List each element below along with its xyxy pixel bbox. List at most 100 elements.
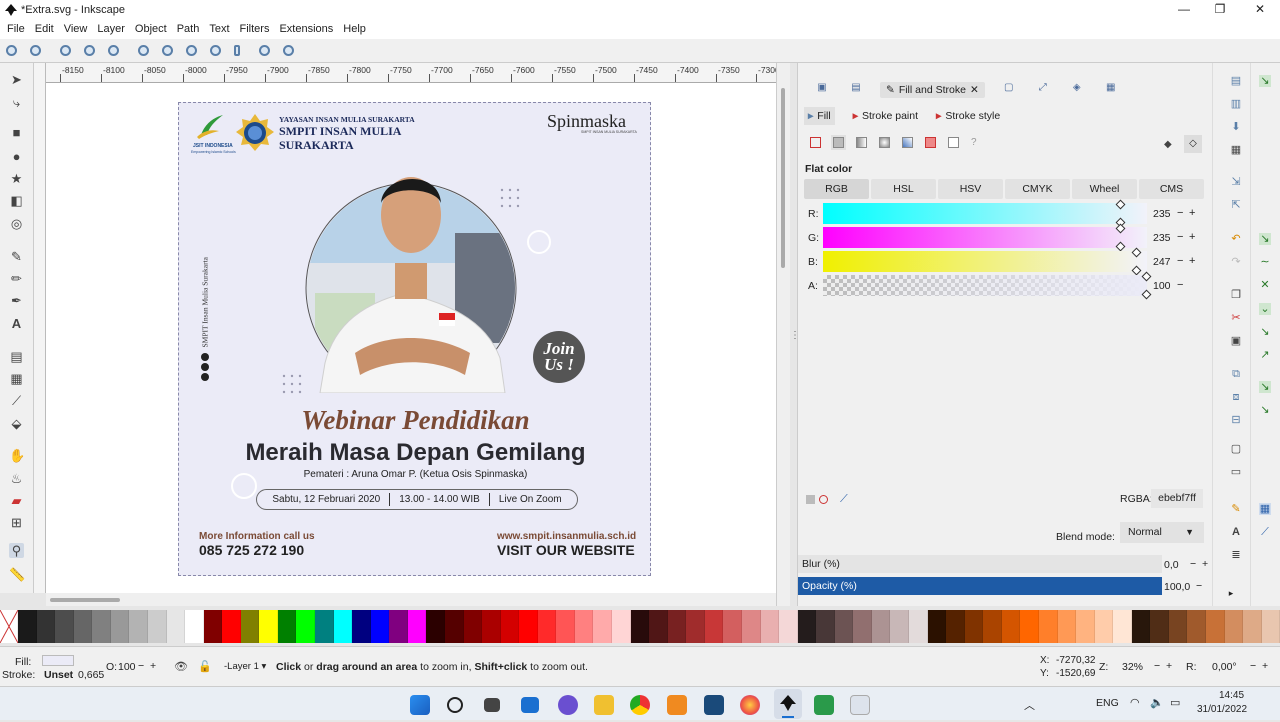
palette-swatch[interactable] [612,610,631,643]
palette-swatch[interactable] [927,610,947,643]
mode-cmyk[interactable]: CMYK [1005,179,1070,199]
menu-extensions[interactable]: Extensions [274,23,338,35]
status-opacity-decrement-icon[interactable]: − [138,660,144,672]
slider-handle[interactable] [1131,247,1142,258]
gradient-tool-icon[interactable]: ▤ [9,349,24,364]
mode-hsv[interactable]: HSV [938,179,1003,199]
a-decrement-icon[interactable]: − [1177,279,1183,291]
palette-swatch[interactable] [1261,610,1280,643]
xml-editor-tab-icon[interactable]: ▢ [999,82,1019,98]
blend-mode-select[interactable]: Normal ▼ [1120,522,1204,543]
group-icon[interactable]: ▢ [1230,443,1242,455]
blur-value[interactable]: 0,0 [1164,559,1179,571]
palette-swatch[interactable] [797,610,817,643]
zoom-1-1-icon[interactable] [60,45,71,56]
text-tool-icon[interactable]: A [9,316,24,331]
layers-dialog-icon[interactable]: ≣ [1230,549,1242,561]
expand-arrow-icon[interactable]: ▸ [1225,587,1237,599]
slider-handle[interactable] [1115,223,1126,234]
b-slider[interactable] [823,247,1147,276]
palette-swatch[interactable] [1150,610,1169,643]
flat-color-icon[interactable] [831,135,846,150]
selector-tool-icon[interactable]: ➤ [9,72,24,87]
export-icon[interactable]: ⇱ [1230,199,1242,211]
terminal-icon[interactable] [704,695,724,715]
b-increment-icon[interactable]: + [1189,255,1195,267]
palette-swatch[interactable] [500,610,520,643]
slider-handle[interactable] [1141,289,1152,300]
palette-swatch[interactable] [1057,610,1077,643]
swatch-icon[interactable] [948,137,959,148]
palette-swatch[interactable] [537,610,557,643]
minimize-button[interactable]: — [1164,0,1204,19]
palette-swatch[interactable] [463,610,483,643]
duplicate-icon[interactable]: ⧉ [1230,368,1242,380]
opacity-decrement-icon[interactable]: − [1196,580,1202,592]
menu-help[interactable]: Help [338,23,371,35]
blur-slider[interactable]: Blur (%) [798,555,1162,573]
unset-paint-icon[interactable]: ? [971,137,982,148]
palette-swatch[interactable] [834,610,854,643]
fill-swatch[interactable] [42,655,74,666]
snap-bbox-corner-icon[interactable]: ✕ [1259,279,1271,291]
snap-nodes-icon[interactable]: ⌄ [1259,303,1271,315]
palette-swatch[interactable] [853,610,872,643]
palette-swatch[interactable] [779,610,798,643]
text-font-dialog-icon[interactable]: A [1230,526,1242,538]
palette-swatch[interactable] [946,610,965,643]
paste-icon[interactable]: ▣ [1230,335,1242,347]
palette-swatch[interactable] [574,610,594,643]
g-decrement-icon[interactable]: − [1177,231,1183,243]
no-color-swatch[interactable] [0,610,18,643]
palette-swatch[interactable] [55,610,74,643]
snap-grid-icon[interactable]: ▦ [1259,503,1271,515]
palette-swatch[interactable] [593,610,612,643]
zoom-out-icon[interactable] [30,45,41,56]
layers-tab-icon[interactable]: ▤ [846,82,866,98]
fill-rule-nonzero-icon[interactable]: ◇ [1184,135,1202,153]
menu-path[interactable]: Path [172,23,205,35]
ungroup-icon[interactable]: ▭ [1230,466,1242,478]
clock-time[interactable]: 14:45 [1219,690,1244,701]
palette-swatch[interactable] [760,610,780,643]
palette-swatch[interactable] [352,610,371,643]
document-properties-tab-icon[interactable]: ▣ [812,82,832,98]
mode-cms[interactable]: CMS [1139,179,1204,199]
palette-swatch[interactable] [704,610,724,643]
palette-swatch[interactable] [667,610,687,643]
cut-icon[interactable]: ✂ [1230,312,1242,324]
linear-gradient-icon[interactable] [856,137,867,148]
palette-swatch[interactable] [723,610,742,643]
palette-swatch[interactable] [110,610,130,643]
palette-swatch[interactable] [129,610,148,643]
slider-handle[interactable] [1115,241,1126,252]
widgets-icon[interactable] [521,697,539,713]
rectangle-tool-icon[interactable]: ■ [9,125,24,140]
palette-swatch[interactable] [1001,610,1021,643]
battery-icon[interactable]: ▭ [1170,696,1180,709]
palette-swatch[interactable] [92,610,111,643]
palette-swatch[interactable] [370,610,390,643]
palette-swatch[interactable] [259,610,278,643]
zoom-value[interactable]: 32% [1122,661,1143,673]
fill-rule-evenodd-icon[interactable]: ◆ [1164,139,1172,150]
open-document-icon[interactable]: ▥ [1230,98,1242,110]
blur-decrement-icon[interactable]: − [1190,558,1196,570]
palette-swatch[interactable] [389,610,408,643]
palette-swatch[interactable] [964,610,984,643]
palette-swatch[interactable] [444,610,464,643]
connector-tool-icon[interactable]: ⊞ [9,515,24,530]
node-tool-icon[interactable]: ⤷ [9,95,24,110]
palette-swatch[interactable] [296,610,315,643]
b-value[interactable]: 247 [1153,256,1175,268]
tab-stroke-style[interactable]: ▸ Stroke style [936,107,1000,125]
rotation-value[interactable]: 0,00° [1212,661,1237,673]
tab-stroke-paint[interactable]: ▸ Stroke paint [853,107,918,125]
menu-file[interactable]: File [2,23,30,35]
menu-object[interactable]: Object [130,23,172,35]
palette-swatch[interactable] [426,610,445,643]
close-tab-icon[interactable]: ✕ [970,84,979,96]
snap-intersection-icon[interactable]: ↗ [1259,349,1271,361]
import-icon[interactable]: ⇲ [1230,176,1242,188]
b-decrement-icon[interactable]: − [1177,255,1183,267]
